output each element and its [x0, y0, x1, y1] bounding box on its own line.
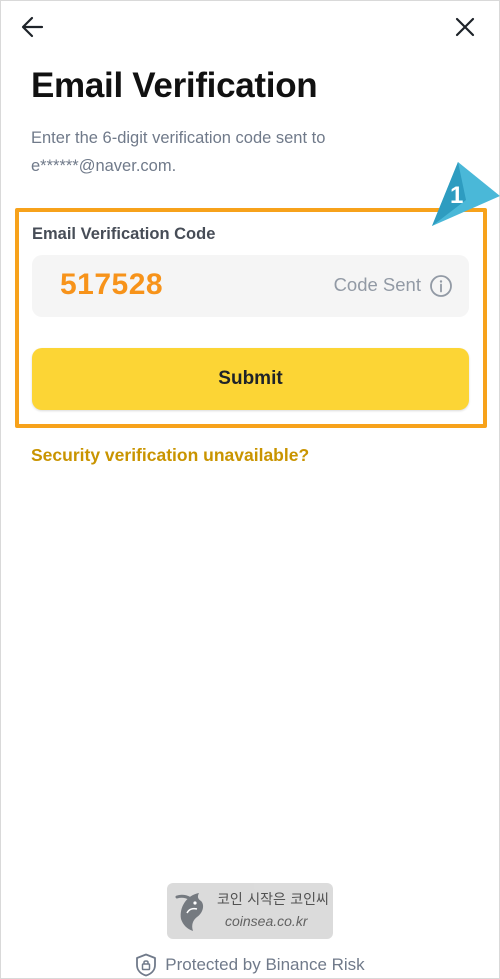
- code-value: 517528: [60, 268, 164, 301]
- submit-button[interactable]: Submit: [32, 348, 469, 410]
- annotation-pointer-arrow-icon: [432, 162, 500, 226]
- watermark-url: coinsea.co.kr: [225, 913, 308, 929]
- watermark-slogan: 코인 시작은 코인씨: [217, 892, 329, 908]
- page-title: Email Verification: [31, 66, 318, 105]
- footer: Protected by Binance Risk: [0, 952, 500, 978]
- close-icon[interactable]: [452, 14, 478, 40]
- code-sent-status: Code Sent: [333, 274, 421, 295]
- email-code-label: Email Verification Code: [32, 225, 216, 243]
- email-code-input[interactable]: 517528 Code Sent: [32, 255, 469, 317]
- subtitle-line-1: Enter the 6-digit verification code sent…: [31, 129, 326, 147]
- security-verification-link[interactable]: Security verification unavailable?: [31, 445, 309, 466]
- page-subtitle: Enter the 6-digit verification code sent…: [31, 124, 431, 180]
- subtitle-masked-email: e******@naver.com.: [31, 157, 177, 175]
- coinsea-watermark: 코인 시작은 코인씨 coinsea.co.kr: [167, 883, 333, 939]
- info-circle-icon[interactable]: [429, 274, 453, 298]
- dolphin-logo-icon: [175, 893, 204, 931]
- shield-lock-icon: [136, 953, 157, 977]
- footer-text: Protected by Binance Risk: [165, 955, 365, 974]
- annotation-number: 1: [450, 182, 464, 209]
- arrow-left-icon[interactable]: [20, 14, 46, 40]
